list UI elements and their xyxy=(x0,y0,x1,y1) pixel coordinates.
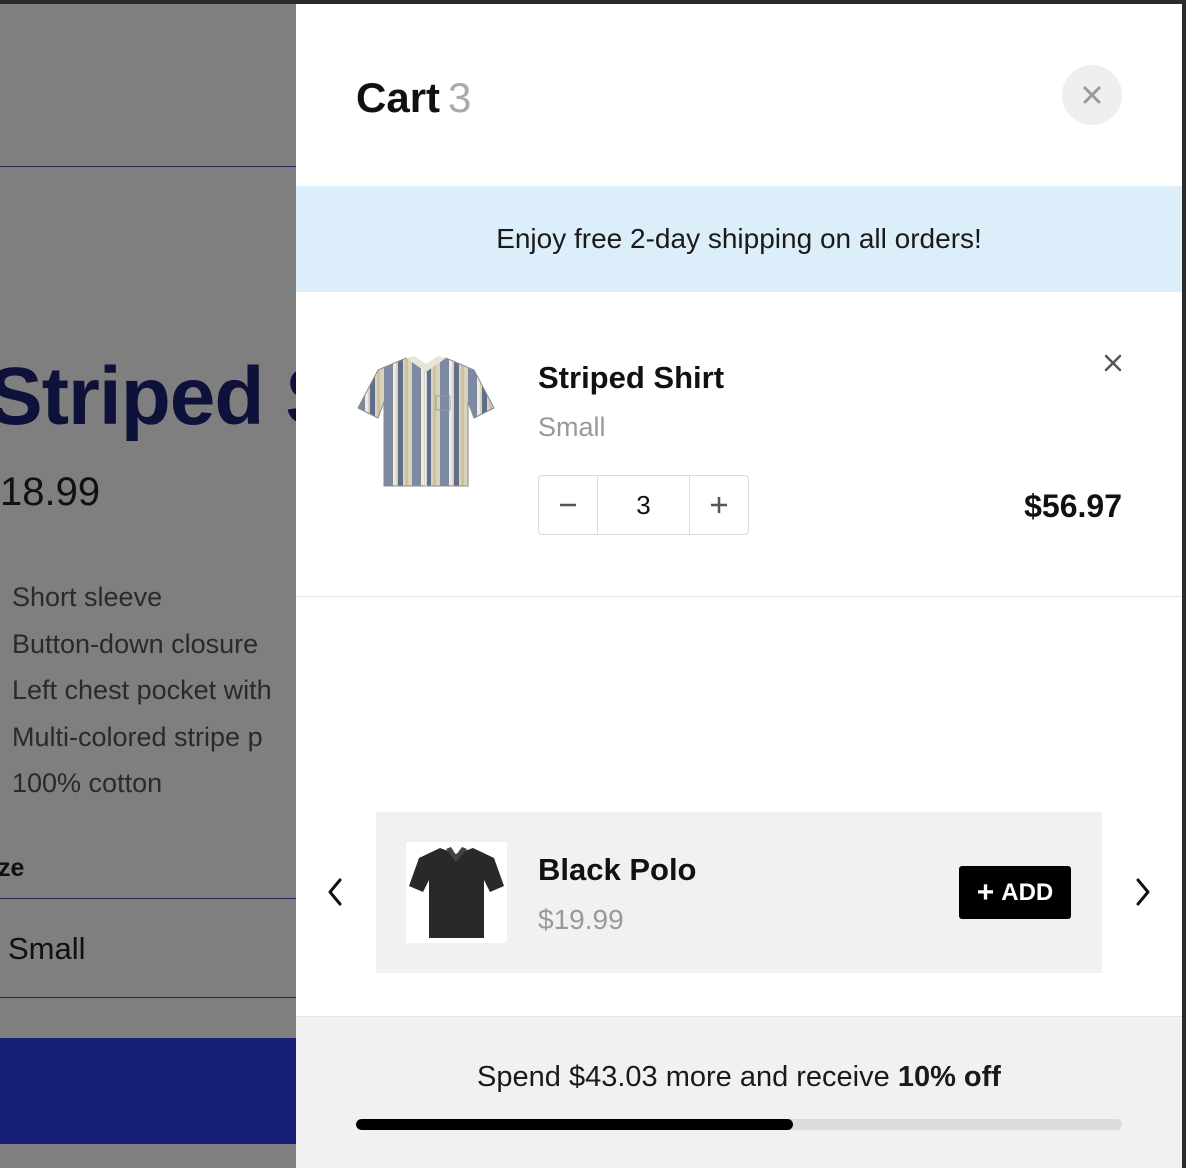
quantity-value[interactable]: 3 xyxy=(597,476,690,534)
decrease-quantity-button[interactable] xyxy=(539,476,597,534)
upsell-card: Black Polo $19.99 + ADD xyxy=(376,812,1102,973)
item-variant: Small xyxy=(538,412,606,442)
discount-message: Spend $43.03 more and receive 10% off xyxy=(296,1061,1182,1094)
upsell-add-label: ADD xyxy=(1001,878,1054,906)
item-line-price: $56.97 xyxy=(1024,488,1122,524)
cart-title-text: Cart xyxy=(356,74,441,121)
remove-item-button[interactable] xyxy=(1100,350,1126,376)
close-button[interactable] xyxy=(1062,65,1122,125)
upsell-name[interactable]: Black Polo xyxy=(538,852,697,888)
minus-icon xyxy=(560,503,576,507)
shipping-banner-text: Enjoy free 2-day shipping on all orders! xyxy=(496,223,982,254)
upsell-prev-button[interactable] xyxy=(320,874,350,910)
window-frame xyxy=(0,0,1186,4)
upsell-next-button[interactable] xyxy=(1128,874,1158,910)
discount-amount: 10% off xyxy=(897,1061,1001,1093)
cart-line-item: Striped Shirt Small 3 $56.97 xyxy=(296,292,1182,597)
plus-icon: + xyxy=(976,875,995,909)
close-icon xyxy=(1083,86,1101,104)
discount-progress-bar xyxy=(356,1119,1122,1130)
cart-title: Cart 3 xyxy=(356,74,471,122)
discount-footer: Spend $43.03 more and receive 10% off xyxy=(296,1016,1182,1168)
upsell-price: $19.99 xyxy=(538,904,624,935)
black-polo-image xyxy=(406,842,507,943)
quantity-stepper: 3 xyxy=(538,475,749,535)
remove-item-icon xyxy=(1104,354,1122,372)
shipping-banner: Enjoy free 2-day shipping on all orders! xyxy=(296,186,1182,292)
chevron-left-icon xyxy=(328,878,342,906)
cart-count: 3 xyxy=(448,74,472,121)
upsell-add-button[interactable]: + ADD xyxy=(959,866,1071,919)
increase-quantity-button[interactable] xyxy=(690,476,748,534)
discount-progress-fill xyxy=(356,1119,793,1130)
item-name[interactable]: Striped Shirt xyxy=(538,360,724,396)
cart-drawer: Cart 3 Enjoy free 2-day shipping on all o… xyxy=(296,4,1182,1168)
chevron-right-icon xyxy=(1136,878,1150,906)
window-frame xyxy=(1182,0,1186,1168)
plus-icon xyxy=(711,497,727,513)
discount-message-text: Spend $43.03 more and receive xyxy=(477,1061,898,1093)
striped-shirt-image xyxy=(357,356,495,487)
